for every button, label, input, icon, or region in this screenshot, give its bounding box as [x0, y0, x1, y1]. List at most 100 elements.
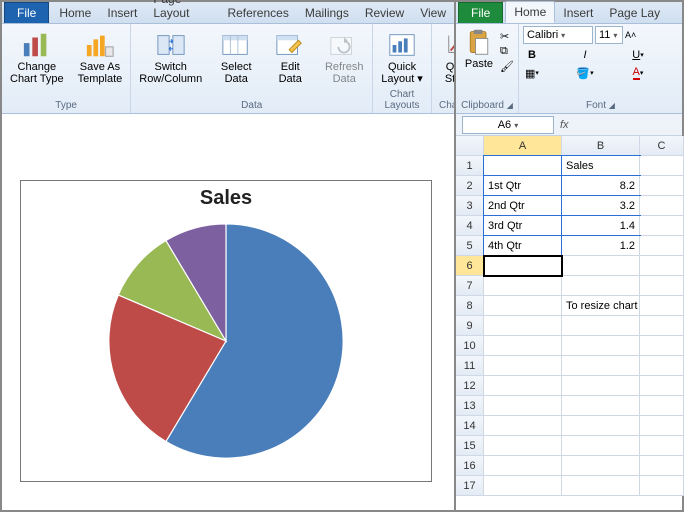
cell-C5[interactable]: [640, 236, 684, 256]
cell-B10[interactable]: [562, 336, 640, 356]
excel-tab-page-layout[interactable]: Page Lay: [601, 3, 668, 23]
cell-B15[interactable]: [562, 436, 640, 456]
format-painter-icon[interactable]: 🖌: [500, 60, 514, 73]
cell-C2[interactable]: [640, 176, 684, 196]
fill-color-button[interactable]: 🪣▾: [576, 65, 594, 81]
cell-C8[interactable]: [640, 296, 684, 316]
cell-C14[interactable]: [640, 416, 684, 436]
cell-C11[interactable]: [640, 356, 684, 376]
save-as-template-button[interactable]: Save As Template: [74, 29, 127, 87]
worksheet-grid[interactable]: ABC1Sales21st Qtr8.232nd Qtr3.243rd Qtr1…: [456, 136, 682, 496]
row-header-1[interactable]: 1: [456, 156, 484, 176]
cell-B8[interactable]: To resize chart data: [562, 296, 640, 316]
font-name-select[interactable]: Calibri▾: [523, 26, 593, 44]
cell-A2[interactable]: 1st Qtr: [484, 176, 562, 196]
excel-tab-home[interactable]: Home: [505, 1, 555, 23]
cell-B4[interactable]: 1.4: [562, 216, 640, 236]
cell-A14[interactable]: [484, 416, 562, 436]
cell-A3[interactable]: 2nd Qtr: [484, 196, 562, 216]
italic-button[interactable]: I: [576, 47, 594, 63]
cell-A9[interactable]: [484, 316, 562, 336]
cell-B12[interactable]: [562, 376, 640, 396]
tab-mailings[interactable]: Mailings: [297, 3, 357, 23]
cell-C13[interactable]: [640, 396, 684, 416]
cut-icon[interactable]: ✂: [500, 30, 514, 43]
tab-view[interactable]: View: [412, 3, 454, 23]
row-header-15[interactable]: 15: [456, 436, 484, 456]
col-header-B[interactable]: B: [562, 136, 640, 156]
cell-A12[interactable]: [484, 376, 562, 396]
switch-row-column-button[interactable]: Switch Row/Column: [135, 29, 206, 87]
row-header-10[interactable]: 10: [456, 336, 484, 356]
row-header-7[interactable]: 7: [456, 276, 484, 296]
row-header-5[interactable]: 5: [456, 236, 484, 256]
tab-insert[interactable]: Insert: [99, 3, 145, 23]
cell-A1[interactable]: [484, 156, 562, 176]
cell-C17[interactable]: [640, 476, 684, 496]
tab-references[interactable]: References: [219, 3, 296, 23]
chart-title[interactable]: Sales: [21, 181, 431, 210]
cell-C6[interactable]: [640, 256, 684, 276]
cell-C15[interactable]: [640, 436, 684, 456]
select-all-corner[interactable]: [456, 136, 484, 156]
tab-home[interactable]: Home: [51, 3, 99, 23]
select-data-button[interactable]: Select Data: [212, 29, 260, 87]
cell-C7[interactable]: [640, 276, 684, 296]
font-color-button[interactable]: A▾: [629, 65, 647, 81]
copy-icon[interactable]: ⧉: [500, 45, 514, 58]
chart-object[interactable]: Sales: [20, 180, 432, 482]
underline-button[interactable]: U▾: [629, 47, 647, 63]
col-header-A[interactable]: A: [484, 136, 562, 156]
cell-A6[interactable]: [484, 256, 562, 276]
col-header-C[interactable]: C: [640, 136, 684, 156]
cell-B14[interactable]: [562, 416, 640, 436]
excel-file-tab[interactable]: File: [458, 2, 503, 23]
row-header-12[interactable]: 12: [456, 376, 484, 396]
cell-C9[interactable]: [640, 316, 684, 336]
cell-A15[interactable]: [484, 436, 562, 456]
cell-A10[interactable]: [484, 336, 562, 356]
change-chart-type-button[interactable]: Change Chart Type: [6, 29, 68, 87]
cell-A5[interactable]: 4th Qtr: [484, 236, 562, 256]
row-header-4[interactable]: 4: [456, 216, 484, 236]
row-header-8[interactable]: 8: [456, 296, 484, 316]
row-header-9[interactable]: 9: [456, 316, 484, 336]
cell-A11[interactable]: [484, 356, 562, 376]
cell-A16[interactable]: [484, 456, 562, 476]
file-tab[interactable]: File: [4, 2, 49, 23]
cell-A13[interactable]: [484, 396, 562, 416]
cell-B11[interactable]: [562, 356, 640, 376]
cell-B17[interactable]: [562, 476, 640, 496]
cell-B7[interactable]: [562, 276, 640, 296]
row-header-6[interactable]: 6: [456, 256, 484, 276]
cell-B5[interactable]: 1.2: [562, 236, 640, 256]
fx-icon[interactable]: fx: [560, 119, 569, 131]
row-header-17[interactable]: 17: [456, 476, 484, 496]
row-header-11[interactable]: 11: [456, 356, 484, 376]
cell-B13[interactable]: [562, 396, 640, 416]
quick-layout-button[interactable]: Quick Layout ▾: [377, 29, 427, 87]
paste-button[interactable]: Paste: [460, 26, 498, 73]
cell-C1[interactable]: [640, 156, 684, 176]
border-button[interactable]: ▦▾: [523, 65, 541, 81]
row-header-2[interactable]: 2: [456, 176, 484, 196]
edit-data-button[interactable]: Edit Data: [266, 29, 314, 87]
cell-B2[interactable]: 8.2: [562, 176, 640, 196]
pie-chart[interactable]: [103, 218, 349, 464]
cell-C16[interactable]: [640, 456, 684, 476]
tab-page-layout[interactable]: Page Layout: [145, 0, 219, 23]
cell-B3[interactable]: 3.2: [562, 196, 640, 216]
row-header-14[interactable]: 14: [456, 416, 484, 436]
cell-B16[interactable]: [562, 456, 640, 476]
row-header-13[interactable]: 13: [456, 396, 484, 416]
row-header-16[interactable]: 16: [456, 456, 484, 476]
cell-B6[interactable]: [562, 256, 640, 276]
cell-C3[interactable]: [640, 196, 684, 216]
bold-button[interactable]: B: [523, 47, 541, 63]
name-box[interactable]: A6 ▾: [462, 116, 554, 134]
cell-C12[interactable]: [640, 376, 684, 396]
row-header-3[interactable]: 3: [456, 196, 484, 216]
cell-B1[interactable]: Sales: [562, 156, 640, 176]
cell-A4[interactable]: 3rd Qtr: [484, 216, 562, 236]
tab-review[interactable]: Review: [357, 3, 412, 23]
